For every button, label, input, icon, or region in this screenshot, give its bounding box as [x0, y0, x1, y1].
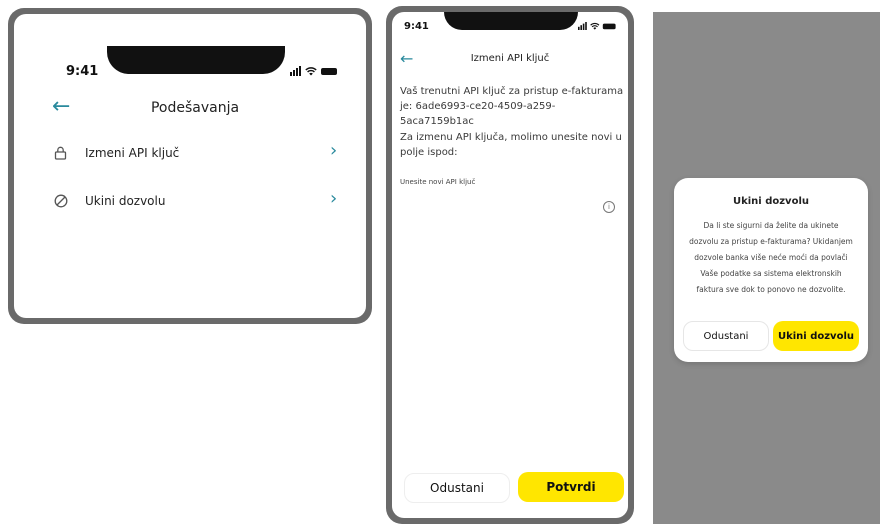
wifi-icon: [590, 23, 600, 30]
signal-icon: [290, 66, 301, 76]
phone-notch: [444, 12, 578, 30]
page-title: Izmeni API ključ: [470, 53, 550, 64]
phone-notch: [107, 46, 285, 74]
phone-frame-settings: 9:41 ← Podešavanja Izmeni API ključ › Uk…: [8, 8, 372, 324]
dialog-title: Ukini dozvolu: [732, 196, 809, 207]
revoke-dialog: Ukini dozvolu Da li ste sigurni da želit…: [674, 178, 868, 362]
new-api-key-input[interactable]: [400, 192, 604, 216]
info-icon[interactable]: i: [603, 201, 615, 213]
settings-item-change-api-key[interactable]: Izmeni API ključ: [54, 142, 344, 164]
revoke-permission-button[interactable]: Ukini dozvolu: [773, 321, 859, 351]
cancel-button[interactable]: Odustani: [683, 321, 769, 351]
dialog-message: Da li ste sigurni da želite da ukinete d…: [689, 221, 853, 294]
lock-icon: [54, 146, 67, 160]
current-key-text: Vaš trenutni API ključ za pristup e-fakt…: [400, 86, 624, 127]
wifi-icon: [305, 67, 317, 76]
page-title: Podešavanja: [150, 100, 240, 116]
signal-icon: [578, 22, 587, 30]
block-icon: [54, 194, 68, 208]
status-icons: [578, 22, 616, 30]
status-icons: [290, 66, 337, 76]
chevron-right-icon[interactable]: ›: [330, 188, 337, 209]
settings-item-label: Izmeni API ključ: [85, 146, 180, 160]
settings-screen: 9:41 ← Podešavanja Izmeni API ključ › Uk…: [14, 14, 366, 318]
chevron-right-icon[interactable]: ›: [330, 140, 337, 161]
confirm-button[interactable]: Potvrdi: [518, 472, 624, 502]
instruction-text: Za izmenu API ključa, molimo unesite nov…: [400, 132, 622, 158]
settings-item-revoke-permission[interactable]: Ukini dozvolu: [54, 190, 344, 212]
cancel-button[interactable]: Odustani: [404, 473, 510, 503]
status-time: 9:41: [404, 21, 429, 32]
battery-icon: [602, 23, 616, 29]
status-time: 9:41: [66, 64, 99, 79]
change-key-screen: 9:41 ← Izmeni API ključ Vaš trenutni API…: [392, 12, 628, 518]
battery-icon: [321, 67, 337, 75]
phone-frame-change-key: 9:41 ← Izmeni API ključ Vaš trenutni API…: [386, 6, 634, 524]
field-label: Unesite novi API ključ: [400, 178, 476, 186]
settings-item-label: Ukini dozvolu: [85, 194, 166, 208]
